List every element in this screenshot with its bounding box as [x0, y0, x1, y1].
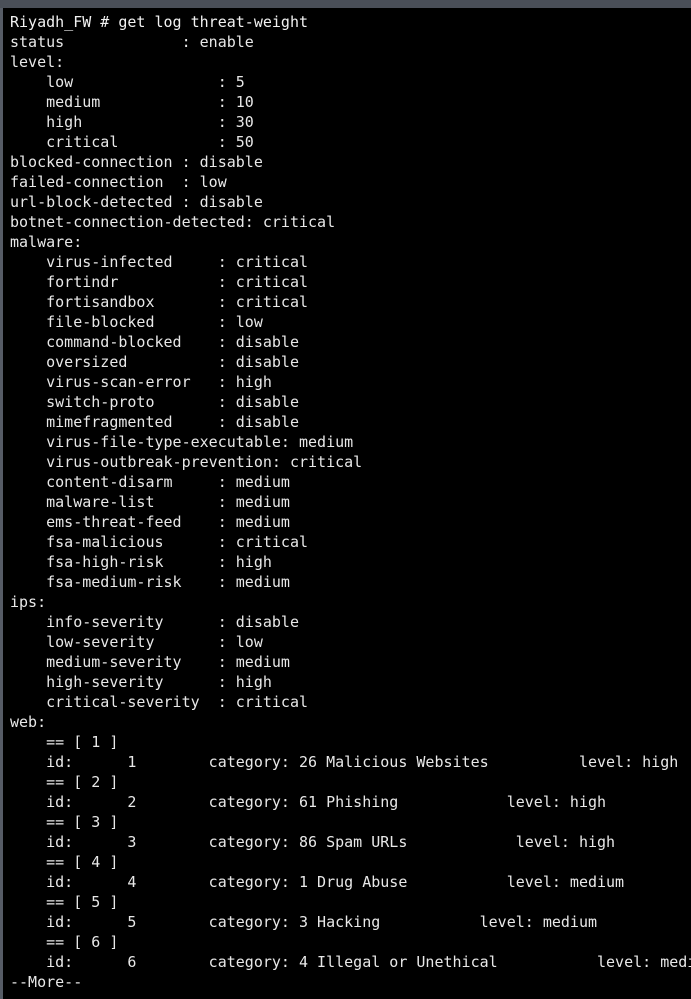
console-line: blocked-connection : disable: [10, 153, 263, 171]
console-line: id: 2 category: 61 Phishing level: high: [10, 793, 607, 811]
console-line: command-blocked : disable: [10, 333, 299, 351]
console-line: botnet-connection-detected: critical: [10, 213, 336, 231]
console-line: malware:: [10, 233, 83, 251]
pager-more-line: --More--: [10, 973, 83, 991]
console-line: status : enable: [10, 33, 254, 51]
console-line: == [ 2 ]: [10, 773, 119, 791]
console-line: fsa-medium-risk : medium: [10, 573, 290, 591]
console-line: oversized : disable: [10, 353, 299, 371]
console-line: id: 5 category: 3 Hacking level: medium: [10, 913, 597, 931]
console-line: low-severity : low: [10, 633, 263, 651]
console-line: virus-outbreak-prevention: critical: [10, 453, 363, 471]
console-line: fsa-high-risk : high: [10, 553, 272, 571]
console-line: failed-connection : low: [10, 173, 227, 191]
console-line: critical : 50: [10, 133, 254, 151]
window-title-bar: [0, 0, 691, 8]
console-line: high : 30: [10, 113, 254, 131]
console-line: id: 6 category: 4 Illegal or Unethical l…: [10, 953, 691, 971]
console-line: == [ 1 ]: [10, 733, 119, 751]
console-line: id: 3 category: 86 Spam URLs level: high: [10, 833, 616, 851]
console-line: == [ 6 ]: [10, 933, 119, 951]
console-line: switch-proto : disable: [10, 393, 299, 411]
console-line: ems-threat-feed : medium: [10, 513, 290, 531]
console-line: info-severity : disable: [10, 613, 299, 631]
console-line: fortindr : critical: [10, 273, 309, 291]
console-line: virus-infected : critical: [10, 253, 309, 271]
console-line: == [ 4 ]: [10, 853, 119, 871]
console-line: critical-severity : critical: [10, 693, 309, 711]
console-line: malware-list : medium: [10, 493, 290, 511]
console-output[interactable]: Riyadh_FW # get log threat-weight status …: [3, 8, 691, 992]
console-line: ips:: [10, 593, 47, 611]
console-line: medium-severity : medium: [10, 653, 290, 671]
terminal-window: Riyadh_FW # get log threat-weight status …: [0, 0, 691, 999]
console-line: virus-file-type-executable: medium: [10, 433, 354, 451]
console-line: file-blocked : low: [10, 313, 263, 331]
console-line: content-disarm : medium: [10, 473, 290, 491]
console-line: url-block-detected : disable: [10, 193, 263, 211]
console-line: id: 4 category: 1 Drug Abuse level: medi…: [10, 873, 625, 891]
console-line: level:: [10, 53, 65, 71]
terminal-screen[interactable]: Riyadh_FW # get log threat-weight status …: [3, 8, 691, 999]
console-line: virus-scan-error : high: [10, 373, 272, 391]
console-line: medium : 10: [10, 93, 254, 111]
prompt-line: Riyadh_FW # get log threat-weight: [10, 13, 309, 31]
console-line: id: 1 category: 26 Malicious Websites le…: [10, 753, 679, 771]
console-line: == [ 5 ]: [10, 893, 119, 911]
console-line: mimefragmented : disable: [10, 413, 299, 431]
console-line: fortisandbox : critical: [10, 293, 309, 311]
console-line: fsa-malicious : critical: [10, 533, 309, 551]
console-line: web:: [10, 713, 47, 731]
console-line: low : 5: [10, 73, 245, 91]
console-line: high-severity : high: [10, 673, 272, 691]
console-line: == [ 3 ]: [10, 813, 119, 831]
